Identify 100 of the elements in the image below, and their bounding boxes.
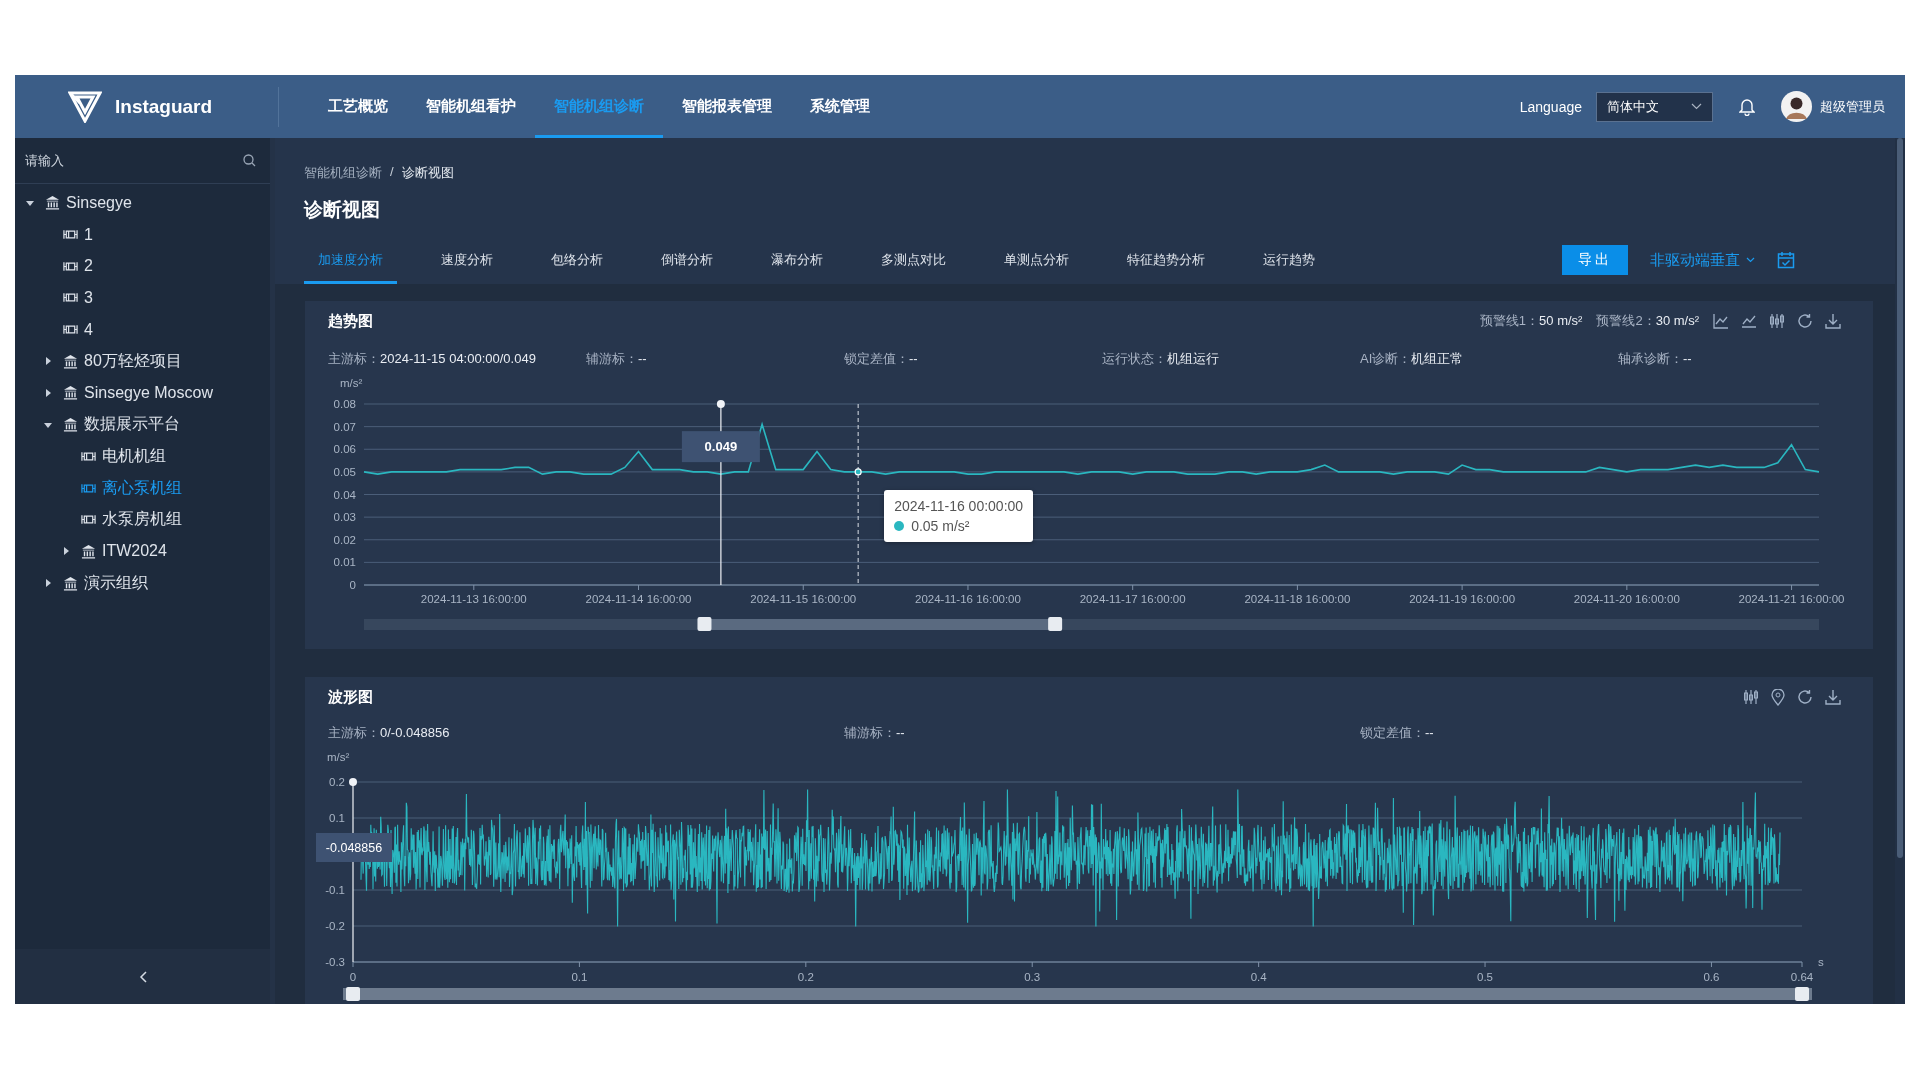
tree-item[interactable]: Sinsegye [15, 187, 270, 219]
axis-tick-label: 0.04 [333, 488, 356, 501]
caret-icon[interactable] [62, 547, 70, 556]
download-icon[interactable] [1825, 689, 1841, 705]
slider-handle[interactable] [697, 617, 712, 631]
breadcrumb-link[interactable]: 智能机组诊断 [304, 164, 382, 184]
slider-handle[interactable] [346, 987, 360, 1001]
info-label: 辅游标： [586, 350, 638, 366]
analysis-tab[interactable]: 特征趋势分析 [1113, 236, 1219, 284]
slider-handle[interactable] [1795, 987, 1809, 1001]
avatar-icon[interactable] [1781, 91, 1812, 122]
language-select[interactable]: 简体中文 [1596, 91, 1713, 122]
data-point [854, 468, 862, 476]
refresh-icon[interactable] [1797, 313, 1813, 329]
axis-unit: m/s² [340, 377, 363, 389]
tree-item[interactable]: 3 [15, 282, 270, 314]
axis-tick-label: 0.2 [797, 971, 814, 983]
nav-tab[interactable]: 智能报表管理 [663, 75, 791, 138]
device-icon [63, 292, 78, 304]
info-value: -- [909, 350, 918, 366]
axis-tick-label: -0.1 [325, 884, 345, 896]
axis-tick-label: 0.02 [333, 533, 356, 546]
line-chart-icon[interactable] [1713, 313, 1729, 329]
nav-tab[interactable]: 智能机组看护 [407, 75, 535, 138]
analysis-tab[interactable]: 速度分析 [427, 236, 507, 284]
analysis-tab[interactable]: 包络分析 [537, 236, 617, 284]
info-value: 0/-0.048856 [380, 724, 450, 740]
axis-tick-label: 0.1 [329, 812, 345, 824]
location-pin-icon[interactable] [1771, 688, 1785, 706]
analysis-tab[interactable]: 多测点对比 [867, 236, 960, 284]
info-value: -- [638, 350, 647, 366]
tree-item[interactable]: 4 [15, 313, 270, 346]
axis-tick-label: 0.07 [333, 420, 356, 433]
axis-tick-label: 0.01 [333, 556, 356, 569]
range-slider[interactable] [364, 617, 1819, 631]
nav-tab[interactable]: 工艺概览 [309, 75, 407, 138]
scrollbar[interactable] [1895, 138, 1905, 1004]
tree-item[interactable]: 80万轻烃项目 [15, 345, 270, 378]
analysis-tab[interactable]: 单测点分析 [990, 236, 1083, 284]
trend-line-icon[interactable] [1741, 313, 1757, 329]
tooltip-title: 2024-11-16 00:00:00 [894, 497, 1024, 514]
download-icon[interactable] [1825, 313, 1841, 329]
axis-tick-label: 0.5 [1477, 971, 1494, 983]
tree-item[interactable]: 水泵房机组 [15, 503, 270, 536]
tree-item[interactable]: 数据展示平台 [15, 408, 270, 441]
warning-value: 30 m/s² [1655, 313, 1699, 328]
tree-item[interactable]: 电机机组 [15, 440, 270, 473]
info-value: 2024-11-15 04:00:00/0.049 [380, 350, 536, 366]
tree-item[interactable]: 离心泵机组 [15, 472, 270, 504]
device-icon [63, 260, 78, 272]
axis-tick-label: 2024-11-16 16:00:00 [915, 593, 1021, 605]
analysis-tab[interactable]: 加速度分析 [304, 236, 397, 284]
caret-icon[interactable] [44, 420, 52, 429]
axis-tick-label: 0.6 [1703, 971, 1720, 983]
info-label: 锁定差值： [1360, 724, 1425, 740]
tree-item[interactable]: 演示组织 [15, 567, 270, 599]
tree-item[interactable]: 1 [15, 218, 270, 251]
tree-item[interactable]: ITW2024 [15, 535, 270, 568]
channel-select[interactable]: 非驱动端垂直 [1650, 250, 1755, 270]
bell-icon[interactable] [1739, 97, 1755, 116]
breadcrumb-current: 诊断视图 [401, 164, 454, 182]
tree-item[interactable]: 2 [15, 250, 270, 283]
info-label: AI诊断： [1360, 350, 1412, 366]
candlestick-icon[interactable] [1769, 313, 1785, 329]
range-slider[interactable] [343, 987, 1812, 1001]
chevron-down-icon [1691, 103, 1702, 110]
search-field[interactable]: 请输入 [23, 152, 243, 169]
cursor-value: -0.048856 [325, 841, 383, 855]
candlestick-icon[interactable] [1743, 689, 1759, 705]
info-label: 轴承诊断： [1618, 350, 1683, 366]
axis-tick-label: 2024-11-19 16:00:00 [1409, 593, 1516, 605]
caret-icon[interactable] [44, 579, 52, 588]
caret-icon[interactable] [44, 388, 52, 397]
axis-tick-label: 0.05 [333, 465, 356, 478]
axis-tick-label: 0.08 [333, 398, 356, 410]
analysis-tab[interactable]: 倒谱分析 [647, 236, 727, 284]
axis-tick-label: 2024-11-15 16:00:00 [750, 593, 857, 605]
panel-title: 趋势图 [328, 311, 373, 331]
analysis-tab[interactable]: 瀑布分析 [757, 236, 837, 284]
axis-tick-label: 0 [349, 971, 357, 983]
nav-tab[interactable]: 系统管理 [791, 75, 889, 138]
user-name[interactable]: 超级管理员 [1820, 97, 1885, 116]
refresh-icon[interactable] [1797, 689, 1813, 705]
axis-tick-label: -0.3 [325, 956, 345, 968]
caret-icon[interactable] [26, 198, 34, 207]
building-icon [81, 543, 96, 559]
warning-value: 50 m/s² [1539, 313, 1583, 328]
analysis-tab[interactable]: 运行趋势 [1249, 236, 1329, 284]
chevron-left-icon[interactable] [138, 970, 147, 983]
warning-label: 预警线2： [1596, 313, 1656, 328]
caret-icon[interactable] [44, 357, 52, 366]
search-icon[interactable] [243, 154, 256, 167]
axis-tick-label: 0 [349, 579, 356, 591]
info-label: 运行状态： [1102, 350, 1167, 366]
info-label: 锁定差值： [844, 350, 909, 366]
calendar-icon[interactable] [1777, 251, 1795, 269]
axis-tick-label: 2024-11-14 16:00:00 [585, 593, 692, 605]
slider-handle[interactable] [1048, 617, 1063, 631]
cursor-value: 0.049 [704, 439, 738, 455]
tree-item[interactable]: Sinsegye Moscow [15, 377, 270, 409]
